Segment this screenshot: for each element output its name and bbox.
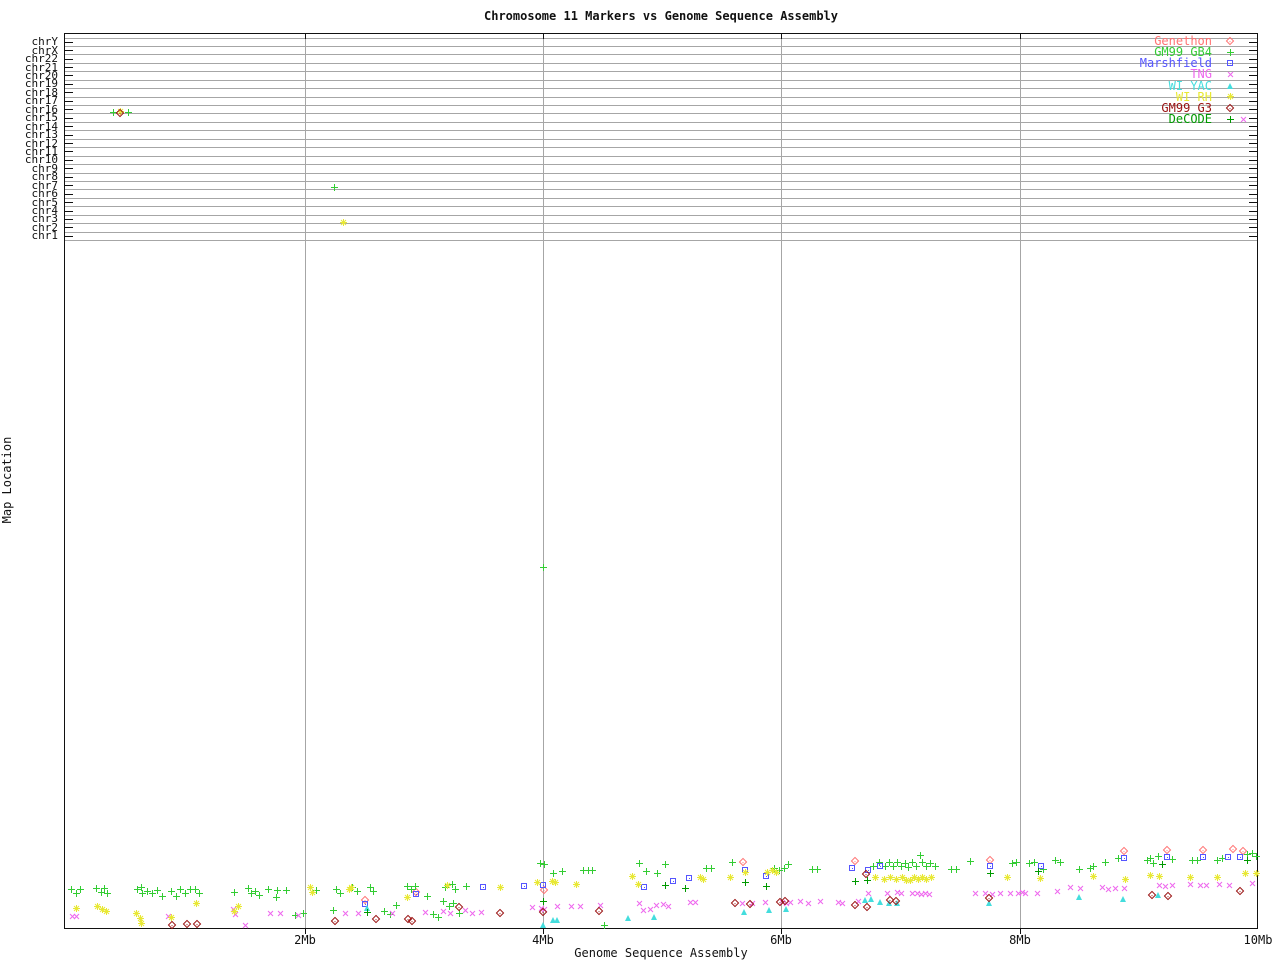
legend-marker-open-diamond-dot-icon xyxy=(1225,36,1235,46)
legend-marker-open-square-dot-icon xyxy=(1227,60,1233,67)
legend-marker-open-diamond-dot-icon xyxy=(1225,103,1235,113)
legend-marker-plus-icon xyxy=(1226,115,1234,123)
legend-marker-asterisk-icon xyxy=(1226,93,1234,101)
legend-marker-x-icon xyxy=(1225,69,1235,80)
legend-marker-plus-icon xyxy=(1226,48,1234,56)
legend-label: DeCODE xyxy=(1168,112,1212,127)
legend-marker-triangle-icon xyxy=(1226,82,1233,89)
chart-canvas: Chromosome 11 Markers vs Genome Sequence… xyxy=(0,0,1280,960)
legend: Genethon GM99 GB4 Marshfield TNG WI YAC WI RH… xyxy=(0,0,1280,960)
x-axis-label: Genome Sequence Assembly xyxy=(574,946,748,960)
y-axis-label: Map Location xyxy=(0,436,14,524)
